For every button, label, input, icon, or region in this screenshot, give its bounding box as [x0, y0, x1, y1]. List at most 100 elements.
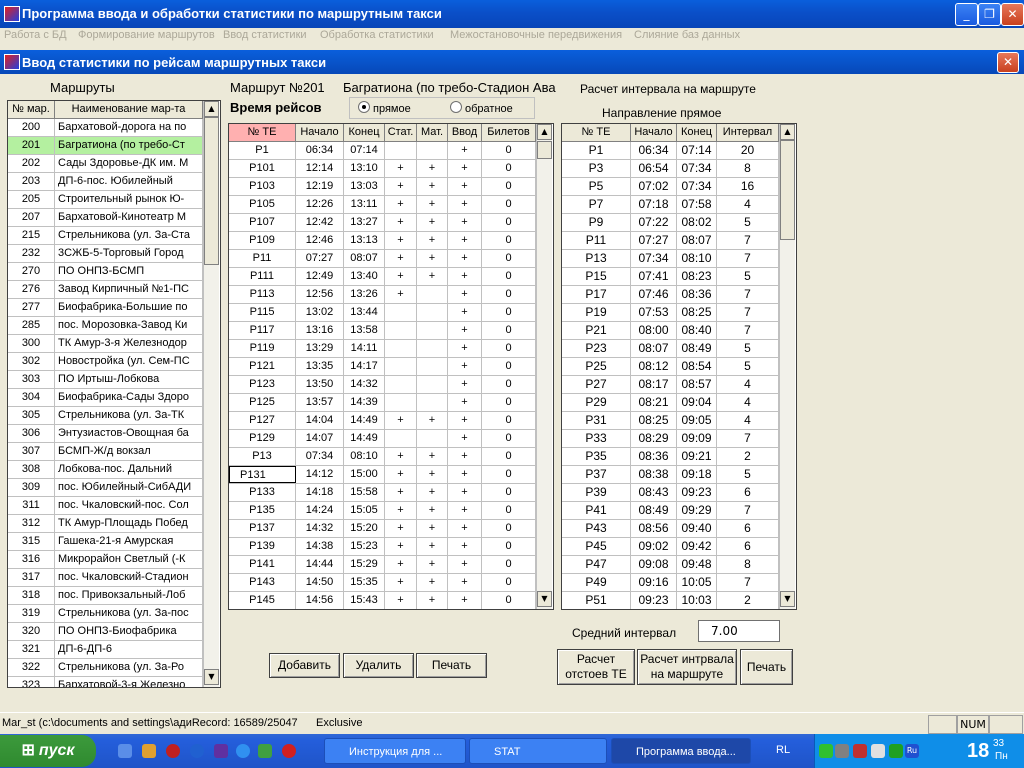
trip-cell-stat[interactable] [385, 376, 417, 393]
trip-row[interactable]: P107 12:42 13:27 + + +0 [229, 214, 536, 232]
trip-cell-end[interactable]: 13:27 [344, 214, 385, 231]
trip-cell-input[interactable]: + [448, 412, 482, 429]
trips-scrollbar[interactable]: ▲ ▼ [536, 124, 552, 609]
trip-cell-stat[interactable]: + [385, 556, 417, 573]
route-number-cell[interactable]: 304 [8, 389, 55, 406]
trip-cell-input[interactable]: + [448, 286, 482, 303]
trip-cell-mat[interactable]: + [417, 448, 448, 465]
route-row[interactable]: 304 Биофабрика-Сады Здоро [8, 389, 203, 407]
trip-cell-mat[interactable] [417, 322, 448, 339]
trip-cell-mat[interactable] [417, 430, 448, 447]
route-name-cell[interactable]: пос. Юбилейный-СибАДИ [55, 479, 203, 496]
trip-row[interactable]: P1 06:34 07:14 +0 [229, 142, 536, 160]
close-button[interactable]: ✕ [1001, 3, 1024, 26]
trip-cell-start[interactable]: 12:26 [296, 196, 344, 213]
trip-row[interactable]: P105 12:26 13:11 + + +0 [229, 196, 536, 214]
trip-cell-end[interactable]: 14:49 [344, 430, 385, 447]
trip-cell-tickets[interactable]: 0 [482, 250, 536, 267]
interval-row[interactable]: P1 06:34 07:14 20 [562, 142, 779, 160]
network-icon[interactable] [835, 744, 849, 758]
route-row[interactable]: 309 пос. Юбилейный-СибАДИ [8, 479, 203, 497]
route-row[interactable]: 203 ДП-6-пос. Юбилейный [8, 173, 203, 191]
trip-cell-tickets[interactable]: 0 [482, 178, 536, 195]
route-row[interactable]: 323 Бархатовой-3-я Железно [8, 677, 203, 687]
trip-cell-mat[interactable]: + [417, 232, 448, 249]
minimize-button[interactable]: _ [955, 3, 978, 26]
trip-cell-end[interactable]: 14:49 [344, 412, 385, 429]
trip-cell-input[interactable]: + [448, 340, 482, 357]
trip-row[interactable]: P111 12:49 13:40 + + +0 [229, 268, 536, 286]
trip-cell-end[interactable]: 08:10 [344, 448, 385, 465]
trip-row[interactable]: P109 12:46 13:13 + + +0 [229, 232, 536, 250]
trip-cell-end[interactable]: 15:43 [344, 592, 385, 609]
trip-cell-input[interactable]: + [448, 376, 482, 393]
trip-cell-te[interactable]: P139 [229, 538, 296, 555]
route-name-cell[interactable]: Новостройка (ул. Сем-ПС [55, 353, 203, 370]
route-name-cell[interactable]: ПО ОНПЗ-БСМП [55, 263, 203, 280]
route-number-cell[interactable]: 205 [8, 191, 55, 208]
routes-col-name[interactable]: Наименование мар-та [55, 101, 203, 119]
safely-remove-icon[interactable] [889, 744, 903, 758]
maximize-button[interactable]: ❐ [978, 3, 1001, 26]
routes-scrollbar[interactable]: ▲ ▼ [203, 101, 219, 687]
interval-row[interactable]: P51 09:23 10:03 2 [562, 592, 779, 609]
route-number-cell[interactable]: 203 [8, 173, 55, 190]
route-row[interactable]: 306 Энтузиастов-Овощная ба [8, 425, 203, 443]
trip-cell-end[interactable]: 15:35 [344, 574, 385, 591]
trip-row[interactable]: P119 13:29 14:11 +0 [229, 340, 536, 358]
route-row[interactable]: 319 Стрельникова (ул. За-пос [8, 605, 203, 623]
route-row[interactable]: 305 Стрельникова (ул. За-ТК [8, 407, 203, 425]
route-number-cell[interactable]: 311 [8, 497, 55, 514]
trip-cell-start[interactable]: 14:56 [296, 592, 344, 609]
interval-row[interactable]: P49 09:16 10:05 7 [562, 574, 779, 592]
trip-row[interactable]: P121 13:35 14:17 +0 [229, 358, 536, 376]
trip-row[interactable]: P127 14:04 14:49 + + +0 [229, 412, 536, 430]
trip-cell-stat[interactable]: + [385, 502, 417, 519]
avg-interval-field[interactable]: 7.00 [698, 620, 780, 642]
interval-row[interactable]: P27 08:17 08:57 4 [562, 376, 779, 394]
radio-back[interactable]: обратное [450, 101, 513, 115]
quicklaunch-icon-2[interactable] [258, 744, 272, 758]
trip-cell-end[interactable]: 15:23 [344, 538, 385, 555]
trip-cell-end[interactable]: 14:17 [344, 358, 385, 375]
trip-cell-input[interactable]: + [448, 304, 482, 321]
trip-cell-start[interactable]: 12:19 [296, 178, 344, 195]
route-number-cell[interactable]: 202 [8, 155, 55, 172]
trip-cell-tickets[interactable]: 0 [482, 232, 536, 249]
trip-cell-stat[interactable] [385, 340, 417, 357]
trip-cell-mat[interactable]: + [417, 268, 448, 285]
route-row[interactable]: 312 ТК Амур-Площадь Побед [8, 515, 203, 533]
route-number-cell[interactable]: 316 [8, 551, 55, 568]
trips-col-input[interactable]: Ввод [448, 124, 482, 142]
trip-row[interactable]: P135 14:24 15:05 + + +0 [229, 502, 536, 520]
trip-cell-tickets[interactable]: 0 [482, 340, 536, 357]
trip-cell-te[interactable]: P117 [229, 322, 296, 339]
interval-row[interactable]: P17 07:46 08:36 7 [562, 286, 779, 304]
trip-cell-te[interactable]: P105 [229, 196, 296, 213]
trip-cell-mat[interactable] [417, 394, 448, 411]
trip-cell-tickets[interactable]: 0 [482, 394, 536, 411]
trips-col-te[interactable]: № ТЕ [229, 124, 296, 142]
trip-cell-start[interactable]: 14:50 [296, 574, 344, 591]
trip-cell-start[interactable]: 12:46 [296, 232, 344, 249]
route-name-cell[interactable]: ТК Амур-3-я Железнодор [55, 335, 203, 352]
trip-cell-start[interactable]: 14:04 [296, 412, 344, 429]
antivirus-icon[interactable] [853, 744, 867, 758]
route-row[interactable]: 205 Строительный рынок Ю- [8, 191, 203, 209]
trips-col-end[interactable]: Конец [344, 124, 385, 142]
trip-cell-tickets[interactable]: 0 [482, 484, 536, 501]
route-name-cell[interactable]: Завод Кирпичный №1-ПС [55, 281, 203, 298]
menu-item-movements[interactable]: Межостановочные передвижения [450, 29, 622, 41]
route-name-cell[interactable]: пос. Привокзальный-Лоб [55, 587, 203, 604]
route-name-cell[interactable]: ПО Иртыш-Лобкова [55, 371, 203, 388]
interval-row[interactable]: P25 08:12 08:54 5 [562, 358, 779, 376]
trip-cell-tickets[interactable]: 0 [482, 214, 536, 231]
trip-cell-input[interactable]: + [448, 520, 482, 537]
route-name-cell[interactable]: ДП-6-ДП-6 [55, 641, 203, 658]
route-number-cell[interactable]: 307 [8, 443, 55, 460]
route-number-cell[interactable]: 309 [8, 479, 55, 496]
trip-cell-te[interactable]: P121 [229, 358, 296, 375]
interval-col-end[interactable]: Конец [677, 124, 717, 142]
trip-cell-tickets[interactable]: 0 [482, 196, 536, 213]
route-name-cell[interactable]: Бархатовой-3-я Железно [55, 677, 203, 687]
